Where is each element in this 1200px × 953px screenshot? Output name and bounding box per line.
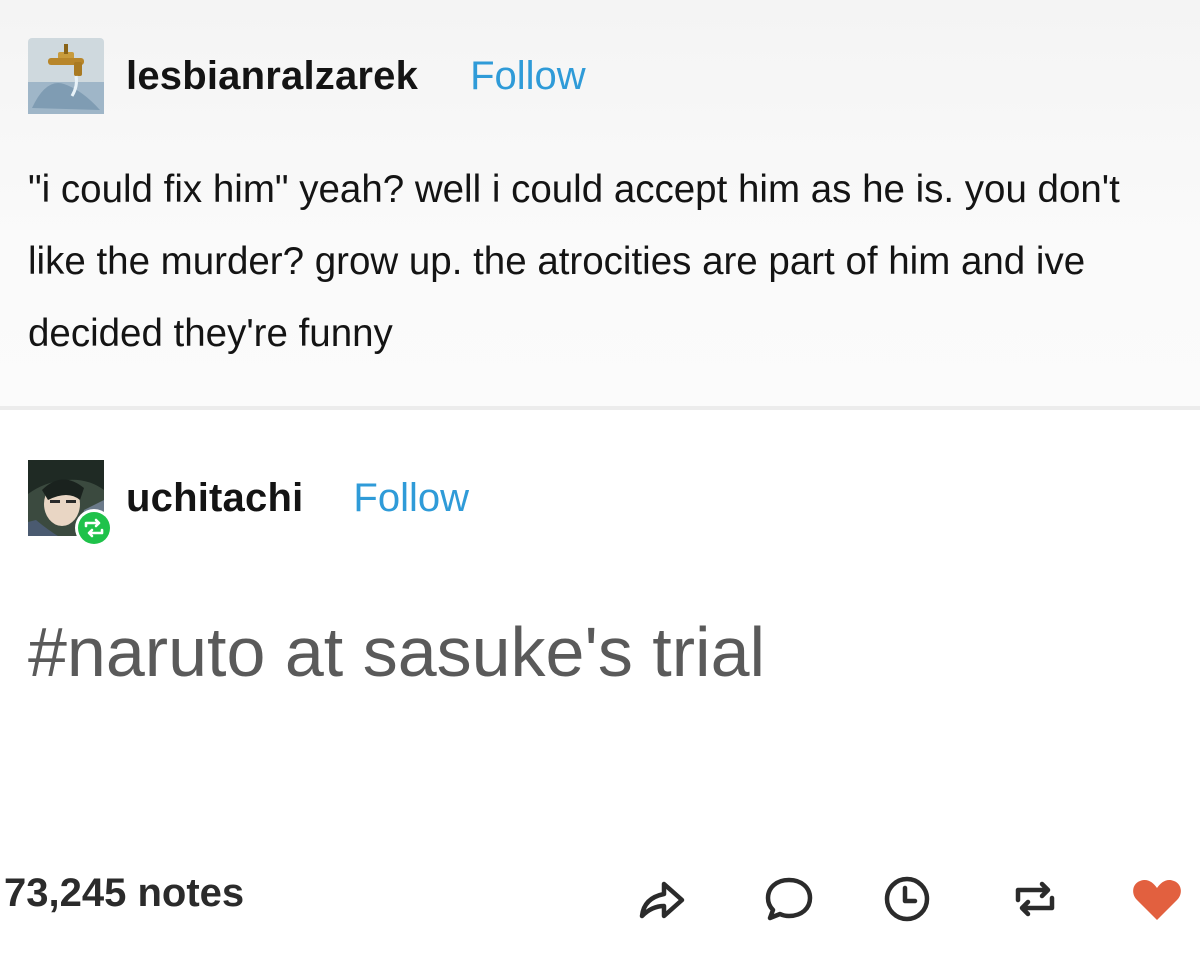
username[interactable]: uchitachi — [126, 476, 303, 521]
comment-icon[interactable] — [760, 870, 818, 928]
notes-count[interactable]: 73,245 notes — [4, 871, 244, 916]
post-body-text: "i could fix him" yeah? well i could acc… — [28, 168, 1120, 355]
heart-icon[interactable] — [1128, 870, 1186, 928]
username[interactable]: lesbianralzarek — [126, 54, 418, 99]
reblog-icon[interactable] — [1006, 870, 1064, 928]
history-icon[interactable] — [878, 870, 936, 928]
original-post: lesbianralzarek Follow "i could fix him"… — [0, 0, 1200, 408]
follow-button[interactable]: Follow — [470, 54, 586, 99]
faucet-avatar-icon — [28, 38, 104, 114]
follow-button[interactable]: Follow — [353, 476, 469, 521]
post-tag[interactable]: #naruto at sasuke's trial — [28, 612, 765, 692]
share-icon[interactable] — [632, 870, 690, 928]
post-header: lesbianralzarek Follow — [28, 38, 586, 114]
avatar[interactable] — [28, 38, 104, 114]
reblog-header: uchitachi Follow — [28, 460, 469, 547]
avatar[interactable] — [28, 460, 113, 547]
reblog-badge-icon — [74, 508, 114, 548]
